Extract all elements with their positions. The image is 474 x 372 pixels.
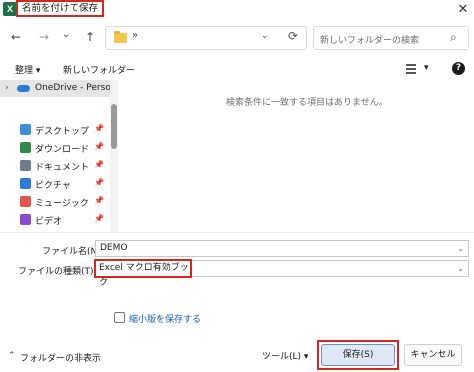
chevron-down-icon[interactable]: ⌄ (457, 241, 464, 256)
pin-icon: 📌 (94, 214, 104, 223)
music-icon (20, 196, 31, 207)
desktop-icon (20, 124, 31, 135)
videos-icon (20, 214, 31, 225)
sidebar-item-label: ビデオ (35, 217, 63, 227)
nav-scrollbar-track[interactable] (110, 80, 118, 232)
excel-app-icon: X (3, 2, 17, 16)
sidebar-item-onedrive[interactable]: › OneDrive - Persor (0, 80, 115, 98)
search-placeholder: 新しいフォルダーの検索 (320, 36, 420, 46)
pin-icon: 📌 (94, 178, 104, 187)
new-folder-button[interactable]: 新しいフォルダー (63, 63, 135, 76)
sidebar-item-label: ドキュメント (35, 163, 90, 173)
window-title: 名前を付けて保存 (16, 0, 105, 17)
hide-folders-chevron-icon[interactable]: ⌃ (8, 351, 16, 361)
chevron-down-icon[interactable]: ⌄ (261, 31, 269, 41)
expand-chevron-icon[interactable]: › (5, 83, 9, 93)
nav-scrollbar-thumb[interactable] (111, 104, 117, 149)
filename-field[interactable]: DEMO ⌄ (95, 240, 469, 257)
view-dropdown-icon[interactable]: ▾ (424, 63, 429, 73)
filetype-label: ファイルの種類(T): (18, 267, 97, 277)
sidebar-item-label: デスクトップ (35, 127, 90, 137)
close-icon[interactable]: ✕ (452, 0, 474, 20)
cancel-button[interactable]: キャンセル (404, 344, 462, 366)
sidebar-item-videos[interactable]: ビデオ 📌 (0, 211, 110, 229)
thumbnail-label[interactable]: 縮小版を保存する (129, 312, 201, 325)
history-chevron-icon[interactable]: ⌄ (58, 27, 74, 43)
search-icon[interactable]: ⌕ (450, 30, 457, 45)
sidebar-item-desktop[interactable]: デスクトップ 📌 (0, 121, 110, 139)
sidebar-item-label: ミュージック (35, 199, 89, 209)
cloud-icon (17, 85, 30, 92)
pin-icon: 📌 (94, 124, 104, 133)
sidebar-item-downloads[interactable]: ダウンロード 📌 (0, 139, 110, 157)
refresh-icon[interactable]: ⟳ (288, 29, 298, 43)
documents-icon (20, 160, 31, 171)
up-arrow-icon[interactable]: ↑ (82, 29, 98, 45)
sidebar-item-documents[interactable]: ドキュメント 📌 (0, 157, 110, 175)
hide-folders-button[interactable]: フォルダーの非表示 (20, 351, 101, 364)
view-options-icon[interactable] (406, 63, 420, 75)
filetype-value-highlight: Excel マクロ有効ブック (94, 259, 192, 288)
thumbnail-checkbox[interactable] (114, 312, 125, 323)
pin-icon: 📌 (94, 196, 104, 205)
pin-icon: 📌 (94, 160, 104, 169)
sidebar-item-music[interactable]: ミュージック 📌 (0, 193, 110, 211)
address-bar[interactable]: » ⌄ ⟳ (105, 26, 307, 50)
help-icon[interactable]: ? (452, 62, 465, 75)
title-bar: X 名前を付けて保存 ✕ (0, 0, 474, 20)
search-input[interactable]: 新しいフォルダーの検索 ⌕ (313, 26, 469, 50)
breadcrumb-overflow[interactable]: » (132, 30, 138, 41)
forward-arrow-icon[interactable]: → (36, 29, 52, 45)
chevron-down-icon[interactable]: ⌄ (457, 261, 464, 276)
sidebar-item-pictures[interactable]: ピクチャ 📌 (0, 175, 110, 193)
filename-value: DEMO (100, 243, 128, 253)
navigation-pane: › OneDrive - Persor デスクトップ 📌 ダウンロード 📌 ドキ… (0, 80, 118, 232)
pictures-icon (20, 178, 31, 189)
download-icon (20, 142, 31, 153)
sidebar-item-label: ピクチャ (35, 181, 71, 191)
pin-icon: 📌 (94, 142, 104, 151)
folder-icon (114, 31, 127, 43)
back-arrow-icon[interactable]: ← (8, 29, 24, 45)
save-button[interactable]: 保存(S) (321, 344, 395, 366)
empty-results-message: 検索条件に一致する項目はありません。 (226, 98, 388, 108)
organize-button[interactable]: 整理 ▾ (15, 63, 40, 76)
tools-menu-button[interactable]: ツール(L) ▾ (262, 349, 308, 362)
sidebar-item-label: OneDrive - Persor (35, 83, 115, 93)
filename-label: ファイル名(N): (42, 247, 104, 257)
sidebar-item-label: ダウンロード (35, 145, 90, 155)
